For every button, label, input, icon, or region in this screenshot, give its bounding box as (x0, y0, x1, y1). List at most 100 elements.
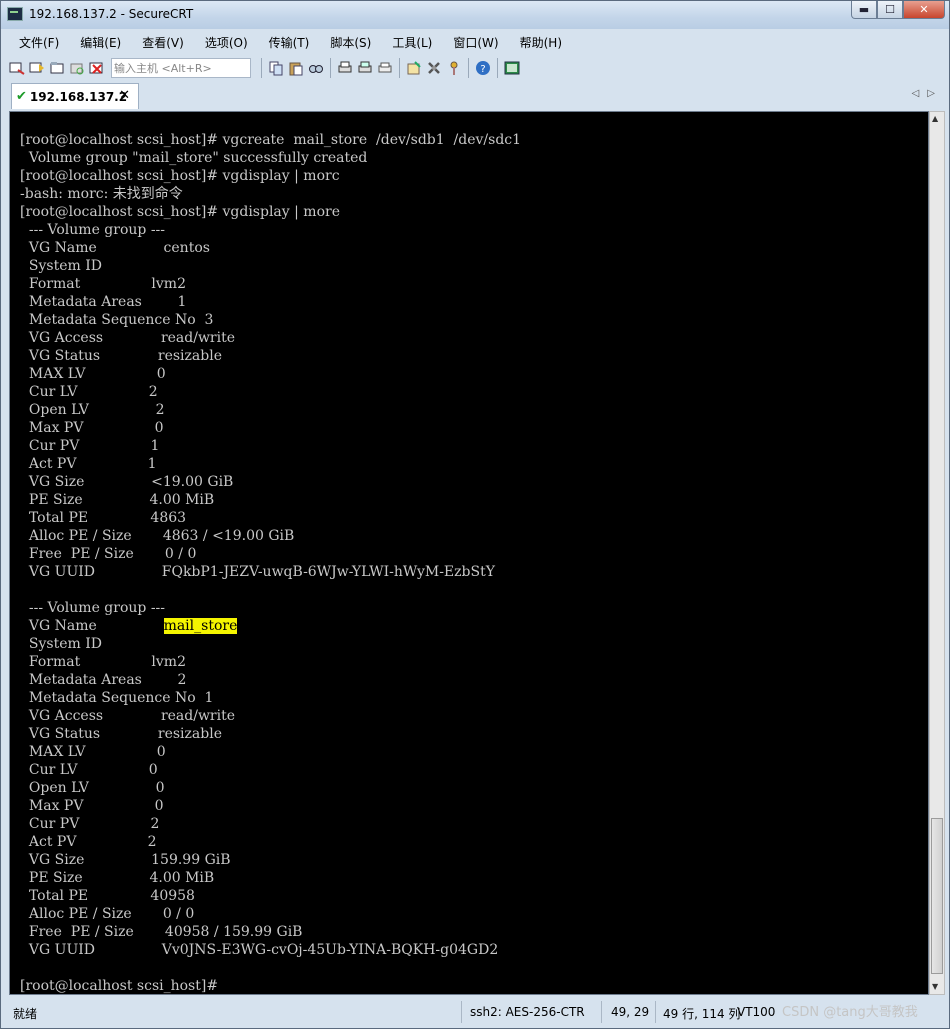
print-setup-icon[interactable] (376, 59, 394, 77)
terminal-line: Cur PV 2 (20, 815, 521, 833)
toolbar-separator (497, 58, 498, 78)
terminal-line-text: Cur LV 0 (20, 762, 158, 778)
terminal-line-text: PE Size 4.00 MiB (20, 492, 215, 508)
vertical-scrollbar[interactable]: ▲ ▼ (929, 111, 945, 995)
terminal-line: Cur PV 1 (20, 437, 521, 455)
terminal-lines: [root@localhost scsi_host]# vgcreate mai… (20, 131, 521, 994)
terminal-line-text: --- Volume group --- (20, 222, 166, 238)
maximize-button[interactable]: ☐ (877, 1, 903, 19)
scroll-thumb[interactable] (931, 818, 943, 974)
terminal-line: Act PV 2 (20, 833, 521, 851)
print-icon[interactable] (336, 59, 354, 77)
menu-edit[interactable]: 编辑(E) (68, 31, 130, 53)
terminal-line-text: Format lvm2 (20, 276, 186, 292)
terminal-line: [root@localhost scsi_host]# vgdisplay | … (20, 167, 521, 185)
close-button[interactable]: ✕ (903, 1, 945, 19)
terminal-line-text: VG Access read/write (20, 708, 236, 724)
paste-icon[interactable] (287, 59, 305, 77)
host-input[interactable]: 输入主机 <Alt+R> (111, 58, 251, 78)
terminal-line: [root@localhost scsi_host]# vgcreate mai… (20, 131, 521, 149)
global-options-icon[interactable] (425, 59, 443, 77)
terminal-line-text: [root@localhost scsi_host]# (20, 978, 219, 994)
terminal-line: MAX LV 0 (20, 743, 521, 761)
highlighted-vg-name: mail_store (163, 618, 238, 634)
title-bar[interactable]: 192.168.137.2 - SecureCRT ▬ ☐ ✕ (1, 1, 949, 29)
terminal-line: PE Size 4.00 MiB (20, 869, 521, 887)
terminal-line-text: Alloc PE / Size 0 / 0 (20, 906, 195, 922)
terminal-line-text: Metadata Sequence No 1 (20, 690, 214, 706)
terminal-line: Format lvm2 (20, 275, 521, 293)
terminal-line: Cur LV 2 (20, 383, 521, 401)
menu-script[interactable]: 脚本(S) (318, 31, 380, 53)
window-title: 192.168.137.2 - SecureCRT (29, 7, 194, 21)
terminal-line: VG UUID Vv0JNS-E3WG-cvOj-45Ub-YINA-BQKH-… (20, 941, 521, 959)
terminal-line: VG Name mail_store (20, 617, 521, 635)
tab-scroll-arrows-icon[interactable]: ◁▷ (912, 88, 943, 99)
copy-icon[interactable] (267, 59, 285, 77)
sftp-icon[interactable] (503, 59, 521, 77)
disconnect-icon[interactable] (88, 59, 106, 77)
menu-help[interactable]: 帮助(H) (508, 31, 571, 53)
session-tab-label: 192.168.137.2 (29, 89, 128, 104)
window-controls: ▬ ☐ ✕ (851, 1, 945, 21)
toolbar-separator (330, 58, 331, 78)
quick-connect-icon[interactable] (28, 59, 46, 77)
terminal-line: VG Name centos (20, 239, 521, 257)
minimize-button[interactable]: ▬ (851, 1, 877, 19)
csdn-watermark: CSDN @tang大哥教我 (782, 1005, 918, 1020)
securecrt-window: 192.168.137.2 - SecureCRT ▬ ☐ ✕ 文件(F) 编辑… (0, 0, 950, 1029)
terminal-line-text: -bash: morc: 未找到命令 (20, 186, 183, 202)
scroll-down-arrow-icon[interactable]: ▼ (932, 982, 938, 991)
session-options-icon[interactable] (405, 59, 423, 77)
terminal-line-text: Total PE 4863 (20, 510, 187, 526)
terminal-line-text: System ID (20, 258, 102, 274)
menu-options[interactable]: 选项(O) (193, 31, 257, 53)
status-cipher: ssh2: AES-256-CTR (470, 1005, 585, 1019)
terminal-line: Total PE 40958 (20, 887, 521, 905)
terminal-line-text: Metadata Sequence No 3 (20, 312, 214, 328)
terminal-line-text: Max PV 0 (20, 798, 164, 814)
svg-text:?: ? (480, 64, 485, 75)
terminal-line: Alloc PE / Size 4863 / <19.00 GiB (20, 527, 521, 545)
toolbar: 输入主机 <Alt+R> ? (7, 55, 945, 81)
terminal-line-text: System ID (20, 636, 102, 652)
connect-tab-icon[interactable] (48, 59, 66, 77)
help-icon[interactable]: ? (474, 59, 492, 77)
app-terminal-icon (7, 7, 23, 21)
terminal-line-text: Free PE / Size 0 / 0 (20, 546, 197, 562)
toolbar-separator (261, 58, 262, 78)
status-bar: 就绪 ssh2: AES-256-CTR 49, 29 49 行, 114 列 … (7, 999, 945, 1025)
tab-close-icon[interactable]: ✕ (119, 88, 130, 103)
terminal-line-text: Cur PV 1 (20, 438, 160, 454)
menu-window[interactable]: 窗口(W) (441, 31, 507, 53)
terminal-line: Act PV 1 (20, 455, 521, 473)
terminal-line: Alloc PE / Size 0 / 0 (20, 905, 521, 923)
connect-icon[interactable] (8, 59, 26, 77)
terminal-line: -bash: morc: 未找到命令 (20, 185, 521, 203)
keymap-icon[interactable] (445, 59, 463, 77)
status-separator (601, 1001, 602, 1023)
session-tab-strip: ✔ 192.168.137.2 ✕ ◁▷ (7, 83, 945, 109)
status-separator (655, 1001, 656, 1023)
terminal-output[interactable]: [root@localhost scsi_host]# vgcreate mai… (9, 111, 929, 995)
terminal-line: VG UUID FQkbP1-JEZV-uwqB-6WJw-YLWI-hWyM-… (20, 563, 521, 581)
menu-view[interactable]: 查看(V) (130, 31, 193, 53)
terminal-line-text: VG Status resizable (20, 348, 222, 364)
scroll-up-arrow-icon[interactable]: ▲ (932, 114, 938, 123)
menu-file[interactable]: 文件(F) (7, 31, 68, 53)
menu-tools[interactable]: 工具(L) (380, 31, 441, 53)
reconnect-icon[interactable] (68, 59, 86, 77)
terminal-line-text: VG Status resizable (20, 726, 222, 742)
menu-bar: 文件(F) 编辑(E) 查看(V) 选项(O) 传输(T) 脚本(S) 工具(L… (7, 31, 571, 53)
session-tab[interactable]: ✔ 192.168.137.2 ✕ (11, 83, 139, 109)
terminal-line-text: VG Name (20, 618, 164, 634)
menu-transfer[interactable]: 传输(T) (257, 31, 319, 53)
find-icon[interactable] (307, 59, 325, 77)
terminal-line: Volume group "mail_store" successfully c… (20, 149, 521, 167)
terminal-line: Max PV 0 (20, 419, 521, 437)
terminal-line: --- Volume group --- (20, 221, 521, 239)
terminal-line-text: Cur LV 2 (20, 384, 158, 400)
print-selection-icon[interactable] (356, 59, 374, 77)
